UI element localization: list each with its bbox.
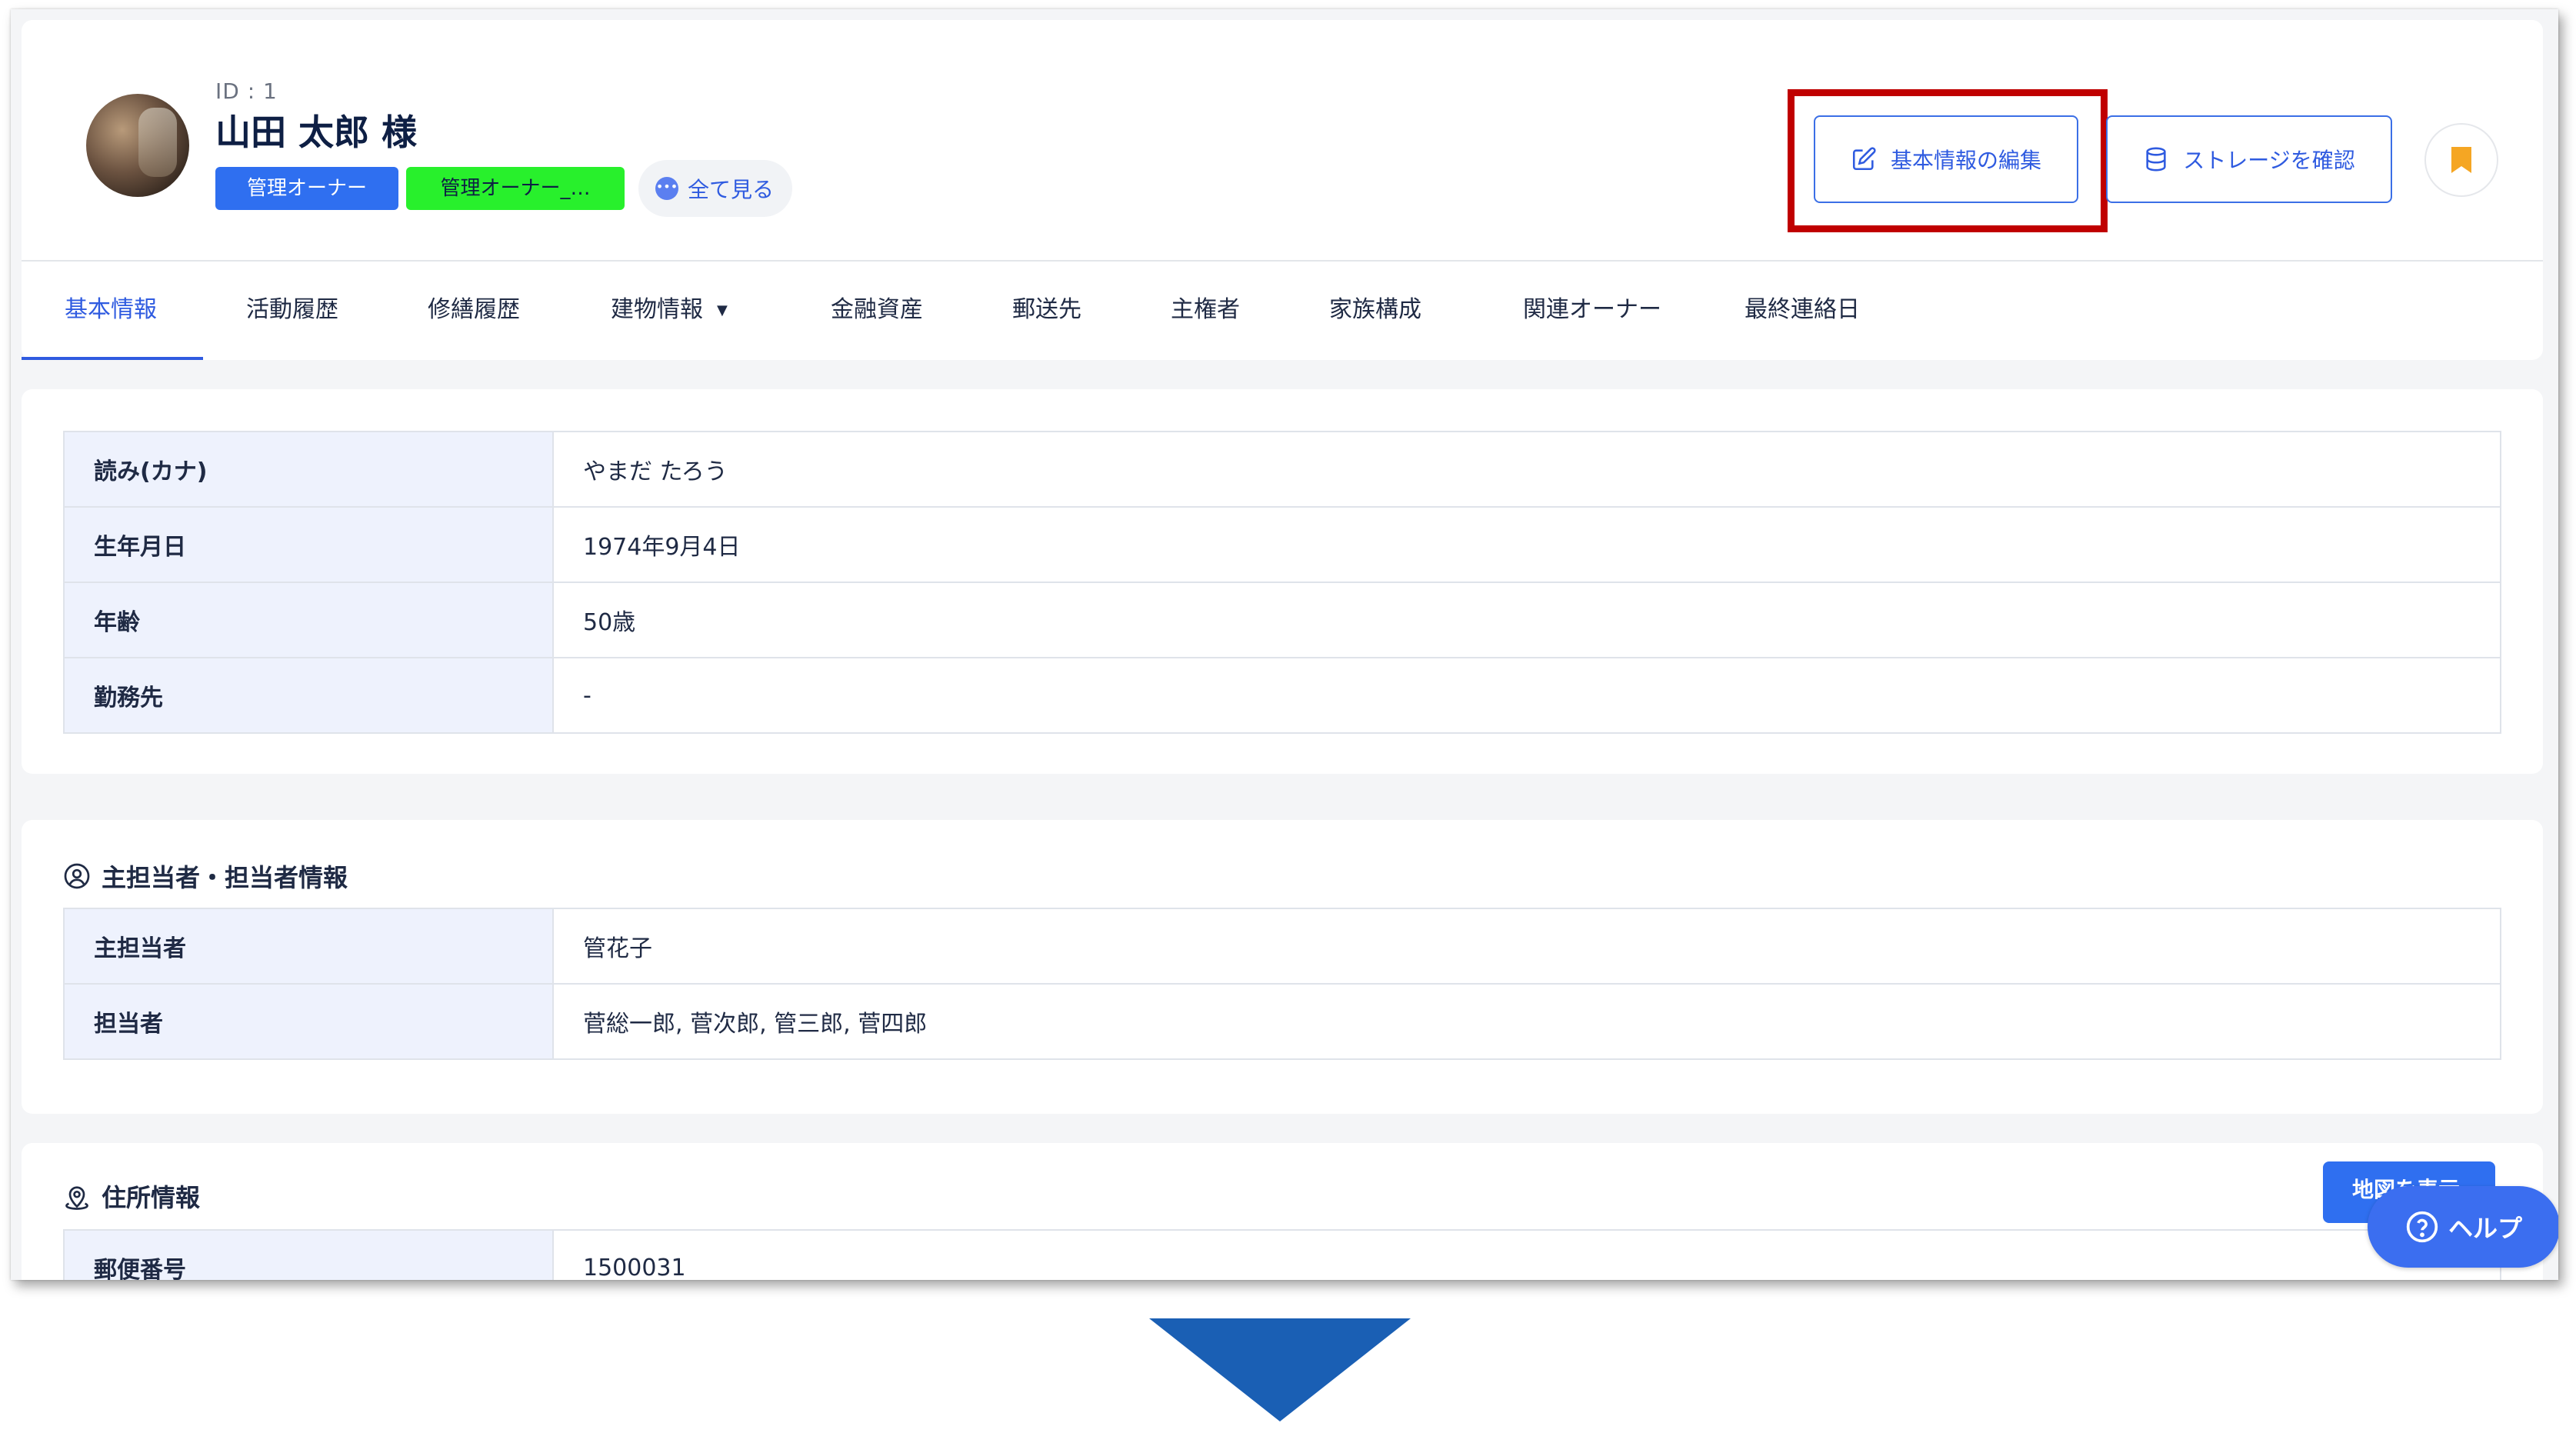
user-circle-icon: [64, 863, 90, 889]
more-icon: •••: [655, 177, 678, 200]
field-value: -: [552, 657, 2501, 734]
check-storage-button[interactable]: ストレージを確認: [2106, 115, 2392, 203]
staff-section-title-text: 主担当者・担当者情報: [102, 863, 348, 892]
owner-avatar: [86, 94, 189, 197]
bookmark-icon: [2451, 147, 2471, 173]
basic-info-card: 読み(カナ) やまだ たろう 生年月日 1974年9月4日 年齢 50歳 勤務先…: [22, 389, 2543, 774]
field-value: やまだ たろう: [552, 431, 2501, 508]
table-row: 担当者 菅総一郎, 菅次郎, 管三郎, 菅四郎: [63, 983, 2501, 1060]
owner-id: ID : 1: [215, 78, 278, 104]
tab-rights-holder[interactable]: 主権者: [1171, 262, 1240, 360]
bookmark-button[interactable]: [2424, 123, 2498, 197]
staff-info-table: 主担当者 管花子 担当者 菅総一郎, 菅次郎, 管三郎, 菅四郎: [63, 908, 2501, 1060]
table-row: 読み(カナ) やまだ たろう: [63, 431, 2501, 508]
tab-activity-history[interactable]: 活動履歴: [246, 262, 338, 360]
field-value: 1500031: [552, 1229, 2501, 1280]
field-label: 勤務先: [63, 657, 554, 734]
basic-info-table: 読み(カナ) やまだ たろう 生年月日 1974年9月4日 年齢 50歳 勤務先…: [63, 431, 2501, 734]
app-screenshot-frame: ID : 1 山田 太郎 様 管理オーナー 管理オーナー_… ••• 全て見る …: [11, 9, 2558, 1280]
address-info-table: 郵便番号 1500031: [63, 1229, 2501, 1280]
caret-down-icon: ▼: [717, 302, 728, 318]
staff-section-title: 主担当者・担当者情報: [63, 858, 348, 894]
tab-repair-history[interactable]: 修繕履歴: [428, 262, 520, 360]
owner-tag: 管理オーナー_…: [406, 167, 625, 210]
active-tab-indicator: [22, 357, 203, 360]
owner-name: 山田 太郎 様: [215, 112, 418, 153]
tab-bar: 基本情報 活動履歴 修繕履歴 建物情報 ▼ 金融資産 郵送先 主権者 家族構成 関…: [22, 262, 2543, 360]
field-value: 1974年9月4日: [552, 506, 2501, 583]
field-label: 読み(カナ): [63, 431, 554, 508]
highlight-box: [1788, 89, 2108, 232]
address-section-title: 住所情報: [63, 1178, 200, 1214]
field-label: 年齢: [63, 582, 554, 658]
table-row: 生年月日 1974年9月4日: [63, 506, 2501, 583]
field-label: 担当者: [63, 983, 554, 1060]
tab-mailing-address[interactable]: 郵送先: [1012, 262, 1081, 360]
owner-header-card: ID : 1 山田 太郎 様 管理オーナー 管理オーナー_… ••• 全て見る …: [22, 20, 2543, 360]
tab-related-owners[interactable]: 関連オーナー: [1523, 262, 1661, 360]
address-info-card: 住所情報 郵便番号 1500031: [22, 1143, 2543, 1280]
see-all-label: 全て見る: [688, 177, 775, 202]
tab-family[interactable]: 家族構成: [1329, 262, 1421, 360]
check-storage-label: ストレージを確認: [2183, 148, 2355, 173]
see-all-button[interactable]: ••• 全て見る: [638, 160, 793, 217]
table-row: 年齢 50歳: [63, 582, 2501, 658]
staff-info-card: 主担当者・担当者情報 主担当者 管花子 担当者 菅総一郎, 菅次郎, 管三郎, …: [22, 820, 2543, 1114]
owner-tag: 管理オーナー: [215, 167, 398, 210]
field-label: 主担当者: [63, 908, 554, 985]
tab-building-info[interactable]: 建物情報 ▼: [611, 262, 728, 360]
table-row: 勤務先 -: [63, 657, 2501, 734]
tab-building-info-label: 建物情報: [611, 296, 703, 323]
down-arrow-icon: [1149, 1318, 1411, 1421]
field-label: 郵便番号: [63, 1229, 554, 1280]
table-row: 主担当者 管花子: [63, 908, 2501, 985]
help-circle-icon: [2406, 1211, 2438, 1243]
field-value: 菅総一郎, 菅次郎, 管三郎, 菅四郎: [552, 983, 2501, 1060]
help-label: ヘルプ: [2448, 1214, 2522, 1243]
tab-last-contact[interactable]: 最終連絡日: [1745, 262, 1860, 360]
help-button[interactable]: ヘルプ: [2368, 1186, 2558, 1268]
tab-basic-info[interactable]: 基本情報: [65, 262, 157, 360]
table-row: 郵便番号 1500031: [63, 1229, 2501, 1280]
owner-tags: 管理オーナー 管理オーナー_… ••• 全て見る: [215, 160, 793, 217]
address-section-title-text: 住所情報: [102, 1183, 201, 1212]
field-label: 生年月日: [63, 506, 554, 583]
location-pin-icon: [65, 1186, 88, 1210]
field-value: 50歳: [552, 582, 2501, 658]
tab-financial-assets[interactable]: 金融資産: [831, 262, 923, 360]
database-icon: [2146, 147, 2166, 172]
field-value: 管花子: [552, 908, 2501, 985]
